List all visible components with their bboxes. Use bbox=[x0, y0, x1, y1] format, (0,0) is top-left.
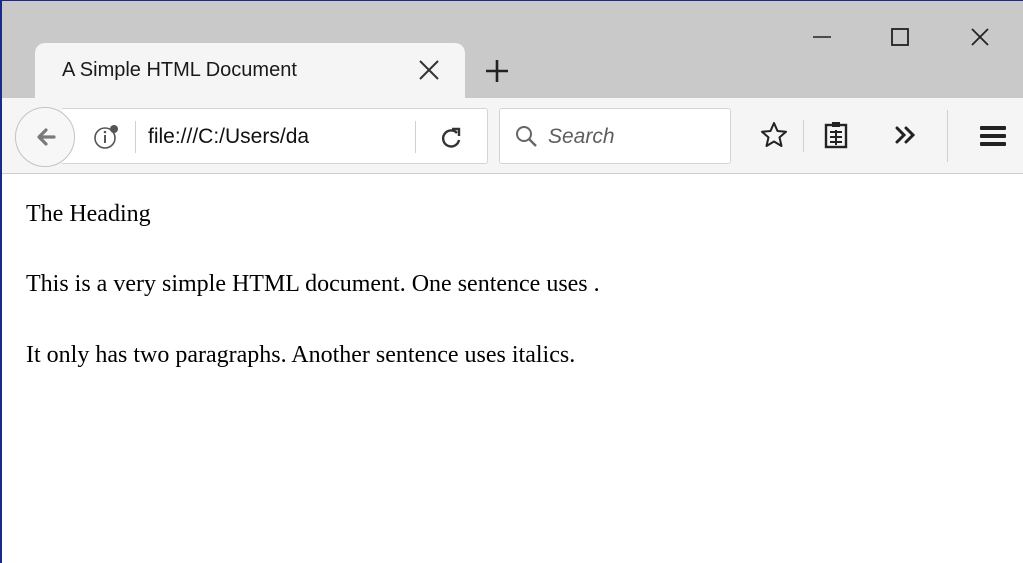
page-content: The Heading This is a very simple HTML d… bbox=[2, 175, 1023, 563]
toolbar-separator bbox=[947, 110, 948, 162]
paragraph-1: This is a very simple HTML document. One… bbox=[26, 271, 600, 297]
minimize-icon[interactable] bbox=[802, 21, 842, 53]
clipboard-icon[interactable] bbox=[822, 120, 850, 155]
tab-active[interactable]: A Simple HTML Document bbox=[35, 43, 465, 99]
close-window-icon[interactable] bbox=[960, 21, 1000, 53]
info-icon[interactable] bbox=[93, 123, 121, 156]
hamburger-menu-icon[interactable] bbox=[978, 123, 1008, 154]
chevron-double-right-icon[interactable] bbox=[892, 122, 920, 153]
browser-window: A Simple HTML Document file:///C:/Users/… bbox=[0, 0, 1023, 563]
url-separator bbox=[135, 121, 136, 153]
url-text[interactable]: file:///C:/Users/da bbox=[148, 125, 309, 149]
search-input[interactable]: Search bbox=[548, 125, 615, 149]
back-arrow-icon bbox=[34, 125, 58, 154]
toolbar-separator bbox=[803, 120, 804, 152]
tab-title: A Simple HTML Document bbox=[62, 59, 297, 81]
new-tab-plus-icon[interactable] bbox=[483, 57, 511, 85]
back-button[interactable] bbox=[15, 107, 75, 167]
tab-close-icon[interactable] bbox=[416, 57, 442, 83]
page-heading: The Heading bbox=[26, 201, 151, 227]
search-icon bbox=[514, 124, 540, 155]
url-bar[interactable]: file:///C:/Users/da bbox=[62, 108, 488, 164]
search-bar[interactable]: Search bbox=[499, 108, 731, 164]
reload-icon[interactable] bbox=[438, 125, 464, 156]
bookmark-star-icon[interactable] bbox=[759, 120, 789, 155]
navigation-toolbar: file:///C:/Users/da Search bbox=[2, 98, 1023, 174]
url-separator bbox=[415, 121, 416, 153]
tab-strip: A Simple HTML Document bbox=[2, 1, 1023, 99]
maximize-icon[interactable] bbox=[880, 21, 920, 53]
paragraph-2: It only has two paragraphs. Another sent… bbox=[26, 342, 576, 368]
